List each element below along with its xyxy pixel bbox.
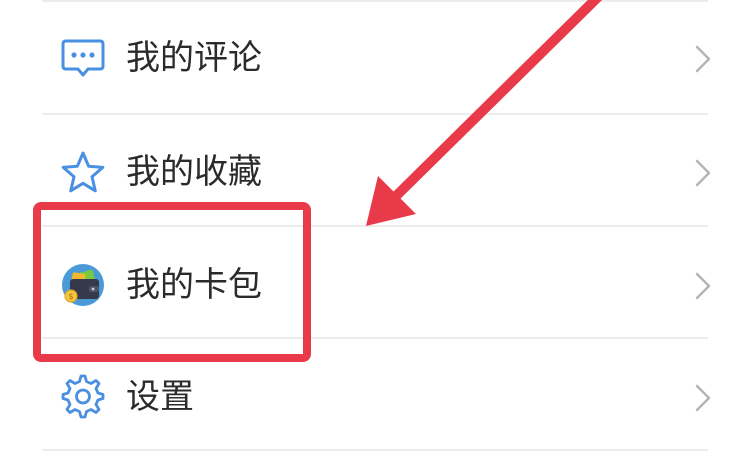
menu-item-label: 我的收藏 bbox=[126, 152, 262, 192]
star-icon bbox=[60, 149, 106, 195]
row-divider bbox=[42, 449, 708, 451]
chevron-right-icon bbox=[692, 271, 714, 301]
gear-icon bbox=[60, 374, 106, 420]
chevron-right-icon bbox=[692, 44, 714, 74]
chevron-right-icon bbox=[692, 158, 714, 188]
menu-item-label: 我的评论 bbox=[126, 38, 262, 78]
menu-item-my-comments[interactable]: 我的评论 bbox=[0, 0, 750, 112]
menu-item-label: 设置 bbox=[126, 377, 194, 417]
chevron-right-icon bbox=[692, 383, 714, 413]
svg-text:$: $ bbox=[68, 292, 73, 301]
menu-item-my-favorites[interactable]: 我的收藏 bbox=[0, 114, 750, 226]
menu-item-label: 我的卡包 bbox=[126, 265, 262, 305]
comment-bubble-icon bbox=[60, 35, 106, 81]
menu-item-settings[interactable]: 设置 bbox=[0, 339, 750, 451]
menu-item-my-card-wallet[interactable]: $ 我的卡包 bbox=[0, 227, 750, 339]
wallet-icon: $ bbox=[60, 262, 106, 308]
menu-screen: 我的评论 我的收藏 $ 我的卡包 设置 bbox=[0, 0, 750, 461]
